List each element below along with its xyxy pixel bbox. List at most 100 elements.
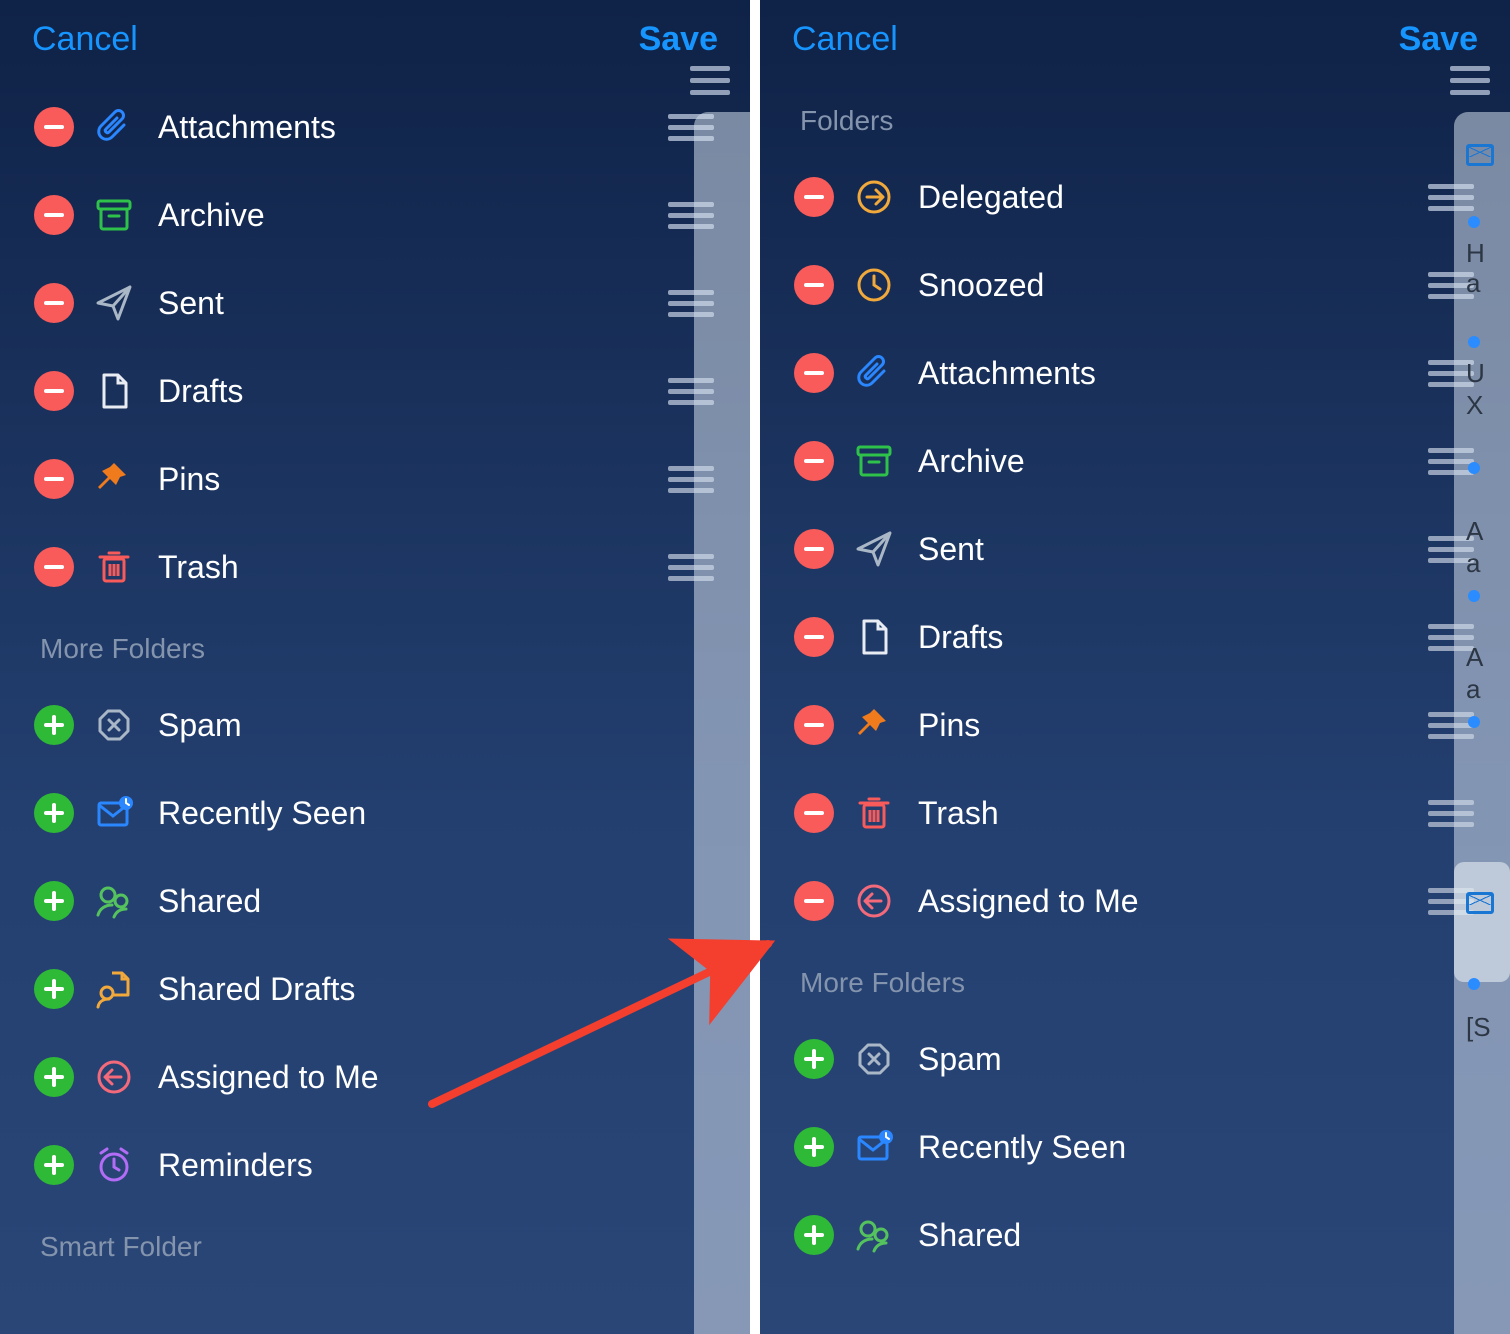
trash-icon (852, 791, 896, 835)
folder-label: Pins (158, 461, 668, 498)
folder-row-shared[interactable]: Shared (760, 1191, 1510, 1279)
folder-label: Shared (158, 883, 750, 920)
recent-icon (852, 1125, 896, 1169)
folder-row-drafts[interactable]: Drafts (0, 347, 750, 435)
folder-row-recently-seen[interactable]: Recently Seen (760, 1103, 1510, 1191)
left-panel: Cancel Save Attachments Archive Sent Drafts… (0, 0, 750, 1334)
folder-label: Recently Seen (918, 1129, 1510, 1166)
folder-row-trash[interactable]: Trash (760, 769, 1510, 857)
paperclip-icon (852, 351, 896, 395)
remove-button[interactable] (794, 881, 834, 921)
remove-button[interactable] (34, 283, 74, 323)
menu-icon[interactable] (1450, 66, 1490, 95)
folder-label: Sent (158, 285, 668, 322)
folder-row-trash[interactable]: Trash (0, 523, 750, 611)
remove-button[interactable] (794, 705, 834, 745)
remove-button[interactable] (34, 195, 74, 235)
add-button[interactable] (34, 705, 74, 745)
add-button[interactable] (794, 1039, 834, 1079)
folder-label: Trash (918, 795, 1428, 832)
folder-label: Archive (158, 197, 668, 234)
user-doc-icon (92, 967, 136, 1011)
archive-icon (92, 193, 136, 237)
trash-icon (92, 545, 136, 589)
folder-row-shared-drafts[interactable]: Shared Drafts (0, 945, 750, 1033)
folder-row-archive[interactable]: Archive (760, 417, 1510, 505)
folder-row-attachments[interactable]: Attachments (760, 329, 1510, 417)
remove-button[interactable] (34, 547, 74, 587)
right-panel: Cancel Save Folders Delegated Snoozed Atta… (760, 0, 1510, 1334)
background-preview (694, 112, 750, 1334)
send-icon (852, 527, 896, 571)
add-button[interactable] (34, 881, 74, 921)
clock-icon (852, 263, 896, 307)
folder-row-archive[interactable]: Archive (0, 171, 750, 259)
folder-row-snoozed[interactable]: Snoozed (760, 241, 1510, 329)
arrow-right-icon (852, 175, 896, 219)
folder-row-pins[interactable]: Pins (760, 681, 1510, 769)
add-button[interactable] (794, 1127, 834, 1167)
remove-button[interactable] (794, 353, 834, 393)
folder-row-assigned[interactable]: Assigned to Me (0, 1033, 750, 1121)
folder-label: Shared (918, 1217, 1510, 1254)
folder-row-drafts[interactable]: Drafts (760, 593, 1510, 681)
folder-row-sent[interactable]: Sent (760, 505, 1510, 593)
folder-label: Drafts (158, 373, 668, 410)
archive-icon (852, 439, 896, 483)
folder-row-assigned[interactable]: Assigned to Me (760, 857, 1510, 945)
folder-label: Spam (158, 707, 750, 744)
folder-row-recently-seen[interactable]: Recently Seen (0, 769, 750, 857)
folder-row-pins[interactable]: Pins (0, 435, 750, 523)
remove-button[interactable] (34, 107, 74, 147)
remove-button[interactable] (34, 371, 74, 411)
file-icon (92, 369, 136, 413)
folder-row-sent[interactable]: Sent (0, 259, 750, 347)
folder-label: Snoozed (918, 267, 1428, 304)
menu-icon[interactable] (690, 66, 730, 95)
remove-button[interactable] (794, 793, 834, 833)
header: Cancel Save (760, 0, 1510, 83)
remove-button[interactable] (794, 529, 834, 569)
folder-label: Reminders (158, 1147, 750, 1184)
folder-row-delegated[interactable]: Delegated (760, 153, 1510, 241)
folder-row-spam[interactable]: Spam (760, 1015, 1510, 1103)
send-icon (92, 281, 136, 325)
folder-label: Shared Drafts (158, 971, 750, 1008)
folder-label: Archive (918, 443, 1428, 480)
folders-header: Folders (760, 83, 1510, 153)
users-icon (852, 1213, 896, 1257)
cancel-button[interactable]: Cancel (792, 20, 898, 59)
users-icon (92, 879, 136, 923)
remove-button[interactable] (794, 441, 834, 481)
add-button[interactable] (34, 1057, 74, 1097)
spam-icon (92, 703, 136, 747)
folder-label: Pins (918, 707, 1428, 744)
remove-button[interactable] (794, 265, 834, 305)
arrow-left-icon (852, 879, 896, 923)
save-button[interactable]: Save (1399, 20, 1478, 59)
folder-label: Attachments (158, 109, 668, 146)
spam-icon (852, 1037, 896, 1081)
smart-folder-header: Smart Folder (0, 1209, 750, 1279)
folder-row-attachments[interactable]: Attachments (0, 83, 750, 171)
folder-label: Trash (158, 549, 668, 586)
recent-icon (92, 791, 136, 835)
remove-button[interactable] (794, 617, 834, 657)
folder-label: Spam (918, 1041, 1510, 1078)
add-button[interactable] (34, 793, 74, 833)
remove-button[interactable] (34, 459, 74, 499)
cancel-button[interactable]: Cancel (32, 20, 138, 59)
add-button[interactable] (34, 1145, 74, 1185)
folder-row-shared[interactable]: Shared (0, 857, 750, 945)
remove-button[interactable] (794, 177, 834, 217)
background-preview: H a U X A a A a [S (1454, 112, 1510, 1334)
folder-label: Assigned to Me (158, 1059, 750, 1096)
file-icon (852, 615, 896, 659)
add-button[interactable] (34, 969, 74, 1009)
folder-row-spam[interactable]: Spam (0, 681, 750, 769)
pin-icon (92, 457, 136, 501)
folder-row-reminders[interactable]: Reminders (0, 1121, 750, 1209)
save-button[interactable]: Save (639, 20, 718, 59)
folder-label: Delegated (918, 179, 1428, 216)
add-button[interactable] (794, 1215, 834, 1255)
